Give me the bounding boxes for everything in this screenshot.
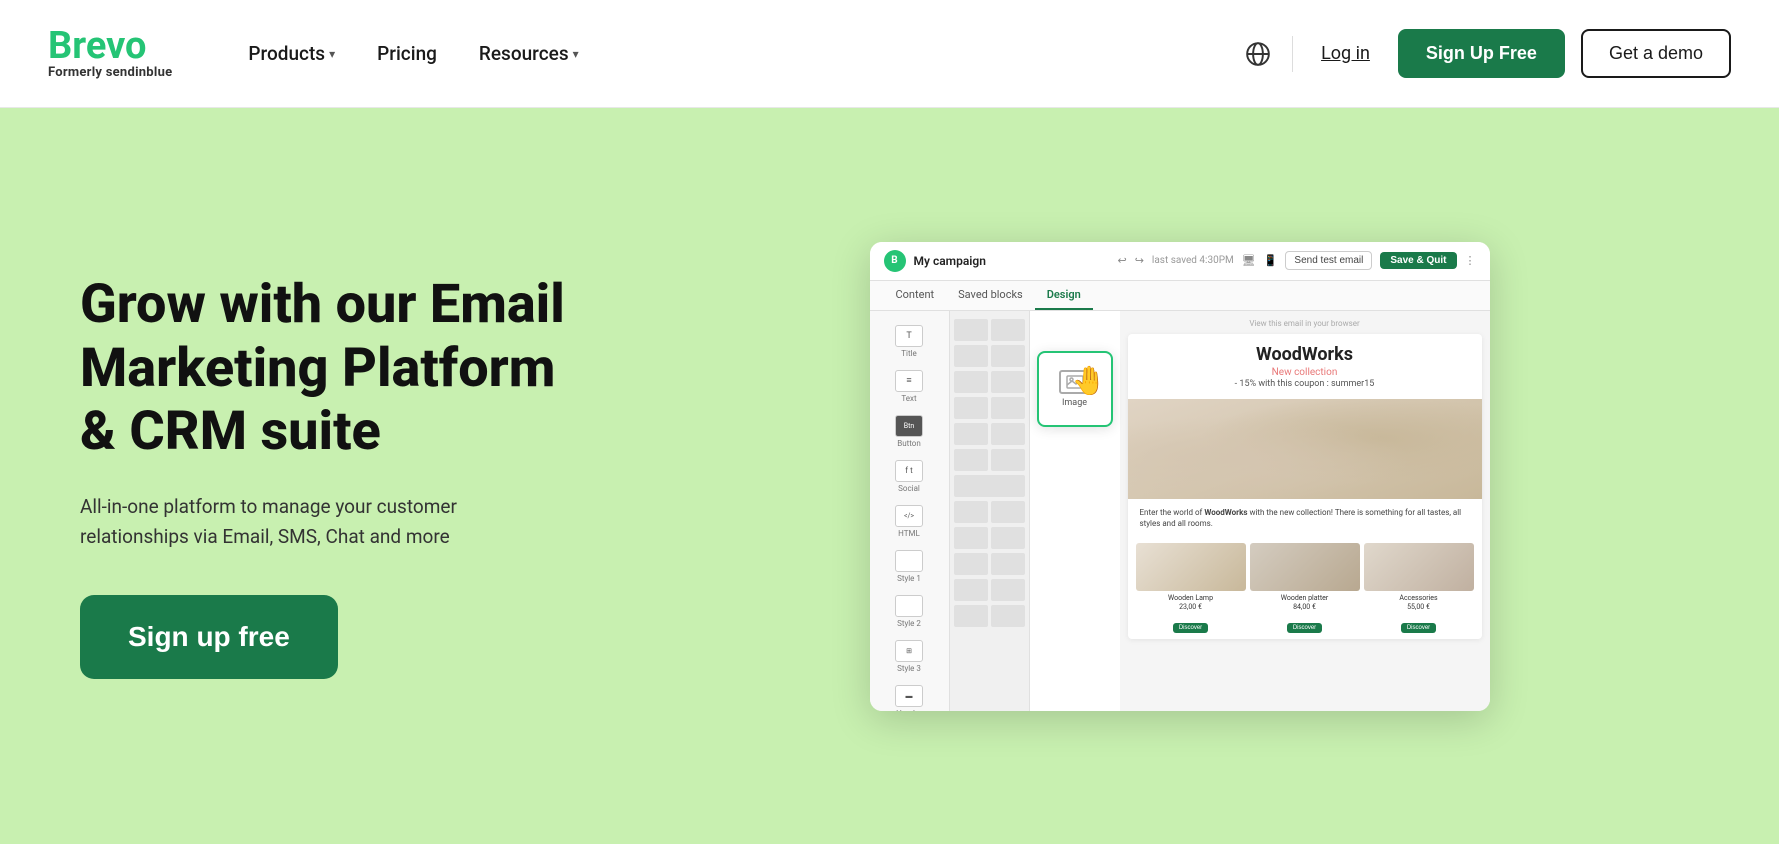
app-body: T Title ≡ Text Btn Button f t Social <box>870 311 1490 711</box>
text-block-icon: ≡ <box>895 370 923 392</box>
nav-pricing[interactable]: Pricing <box>361 34 453 73</box>
preview-product-1: Wooden Lamp 23,00 € Discover <box>1136 543 1246 633</box>
preview-products: Wooden Lamp 23,00 € Discover Wooden plat… <box>1128 537 1482 639</box>
style2-block-icon <box>895 595 923 617</box>
preview-hero-image <box>1128 399 1482 499</box>
style1-block-icon <box>895 550 923 572</box>
undo-icon[interactable]: ↩ <box>1117 254 1126 267</box>
preview-new-collection: New collection <box>1140 367 1470 378</box>
product-price-2: 84,00 € <box>1250 603 1360 611</box>
preview-product-3: Accessories 55,00 € Discover <box>1364 543 1474 633</box>
more-icon[interactable]: ⋮ <box>1465 254 1476 267</box>
header-block-icon: ▬ <box>895 685 923 707</box>
desktop-icon[interactable]: 🖥 <box>1242 254 1256 267</box>
title-block-icon: T <box>895 325 923 347</box>
mobile-icon[interactable]: 📱 <box>1264 254 1278 267</box>
logo[interactable]: Brevo Formerly sendinblue <box>48 27 172 80</box>
email-preview-card: WoodWorks New collection - 15% with this… <box>1128 334 1482 639</box>
product-image-1 <box>1136 543 1246 591</box>
product-name-3: Accessories <box>1364 594 1474 602</box>
social-block-icon: f t <box>895 460 923 482</box>
nav-resources[interactable]: Resources ▾ <box>463 34 595 73</box>
app-logo: B <box>884 250 906 272</box>
nav-products[interactable]: Products ▾ <box>232 34 351 73</box>
hero-headline: Grow with our Email Marketing Platform &… <box>80 273 600 464</box>
block-style2[interactable]: Style 2 <box>870 589 949 634</box>
app-topbar: B My campaign ↩ ↪ last saved 4:30PM 🖥 📱 … <box>870 242 1490 281</box>
nav-divider <box>1292 36 1293 72</box>
brand-formerly: Formerly sendinblue <box>48 65 172 80</box>
signup-nav-button[interactable]: Sign Up Free <box>1398 29 1565 78</box>
tab-saved-blocks[interactable]: Saved blocks <box>946 281 1035 310</box>
navbar: Brevo Formerly sendinblue Products ▾ Pri… <box>0 0 1779 108</box>
preview-product-2: Wooden platter 84,00 € Discover <box>1250 543 1360 633</box>
app-tabs: Content Saved blocks Design <box>870 281 1490 311</box>
style3-block-icon: ⊞ <box>895 640 923 662</box>
block-text[interactable]: ≡ Text <box>870 364 949 409</box>
product-name-2: Wooden platter <box>1250 594 1360 602</box>
block-social[interactable]: f t Social <box>870 454 949 499</box>
block-title[interactable]: T Title <box>870 319 949 364</box>
demo-button[interactable]: Get a demo <box>1581 29 1731 78</box>
button-block-icon: Btn <box>895 415 923 437</box>
content-panel <box>950 311 1030 711</box>
product-price-3: 55,00 € <box>1364 603 1474 611</box>
redo-icon[interactable]: ↪ <box>1135 254 1144 267</box>
block-style1[interactable]: Style 1 <box>870 544 949 589</box>
tab-design[interactable]: Design <box>1035 281 1093 310</box>
hero-left: Grow with our Email Marketing Platform &… <box>80 273 600 679</box>
drag-area: Image 🤚 <box>1030 311 1120 711</box>
product-image-2 <box>1250 543 1360 591</box>
block-html[interactable]: </> HTML <box>870 499 949 544</box>
signup-hero-button[interactable]: Sign up free <box>80 595 338 679</box>
hero-section: Grow with our Email Marketing Platform &… <box>0 108 1779 844</box>
hero-right: B My campaign ↩ ↪ last saved 4:30PM 🖥 📱 … <box>660 242 1699 711</box>
brand-name: Brevo <box>48 27 172 65</box>
globe-icon[interactable] <box>1240 36 1276 72</box>
app-window: B My campaign ↩ ↪ last saved 4:30PM 🖥 📱 … <box>870 242 1490 711</box>
login-link[interactable]: Log in <box>1309 35 1382 72</box>
product-name-1: Wooden Lamp <box>1136 594 1246 602</box>
tab-content[interactable]: Content <box>884 281 947 310</box>
campaign-title: My campaign <box>914 254 986 268</box>
product-image-3 <box>1364 543 1474 591</box>
nav-right: Log in Sign Up Free Get a demo <box>1240 29 1731 78</box>
chevron-down-icon: ▾ <box>329 47 335 61</box>
saved-status: last saved 4:30PM <box>1152 255 1234 266</box>
hero-subtext: All-in-one platform to manage your custo… <box>80 492 510 551</box>
cursor-hand-icon: 🤚 <box>1072 364 1107 397</box>
blocks-panel: T Title ≡ Text Btn Button f t Social <box>870 311 950 711</box>
preview-coupon: - 15% with this coupon : summer15 <box>1140 379 1470 389</box>
block-button[interactable]: Btn Button <box>870 409 949 454</box>
nav-links: Products ▾ Pricing Resources ▾ <box>232 34 1240 73</box>
save-quit-button[interactable]: Save & Quit <box>1380 252 1456 269</box>
discover-button-2[interactable]: Discover <box>1287 623 1322 633</box>
chevron-down-icon: ▾ <box>573 47 579 61</box>
block-header[interactable]: ▬ Header <box>870 679 949 711</box>
html-block-icon: </> <box>895 505 923 527</box>
drag-block-label: Image <box>1062 398 1087 408</box>
email-preview: View this email in your browser WoodWork… <box>1120 311 1490 711</box>
product-price-1: 23,00 € <box>1136 603 1246 611</box>
preview-description: Enter the world of WoodWorks with the ne… <box>1128 499 1482 537</box>
discover-button-3[interactable]: Discover <box>1401 623 1436 633</box>
block-style3[interactable]: ⊞ Style 3 <box>870 634 949 679</box>
preview-header: WoodWorks New collection - 15% with this… <box>1128 334 1482 399</box>
preview-brand-name: WoodWorks <box>1140 344 1470 365</box>
view-in-browser-link[interactable]: View this email in your browser <box>1249 319 1359 328</box>
discover-button-1[interactable]: Discover <box>1173 623 1208 633</box>
send-test-button[interactable]: Send test email <box>1285 251 1372 270</box>
